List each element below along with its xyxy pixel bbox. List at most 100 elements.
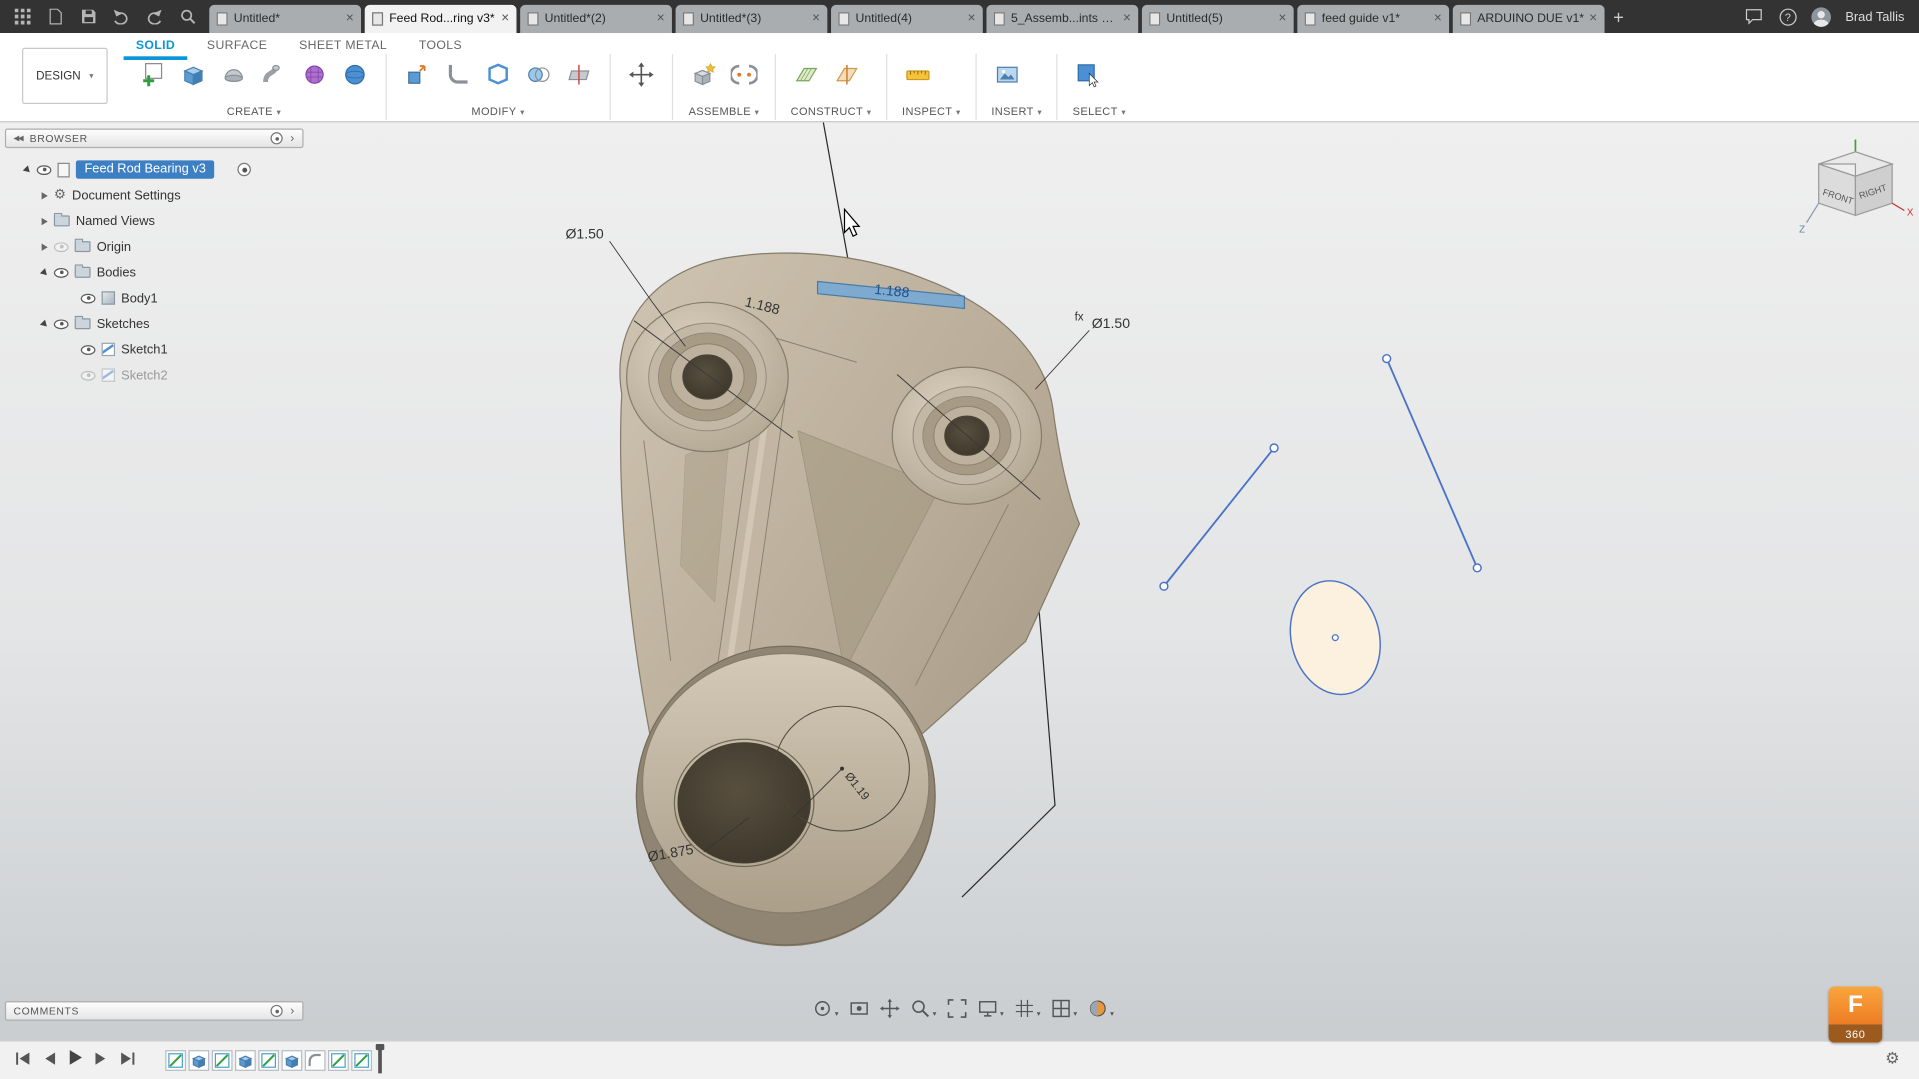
timeline-extrude-feature[interactable] (235, 1050, 256, 1071)
timeline-sketch-feature[interactable] (328, 1050, 349, 1071)
expand-caret-icon[interactable] (40, 319, 50, 329)
doc-tab-untitled-2[interactable]: Untitled*(2)× (520, 5, 672, 33)
group-inspect-label[interactable]: INSPECT▾ (902, 105, 961, 120)
tab-close-icon[interactable]: × (1278, 12, 1286, 25)
timeline-go-end-button[interactable] (119, 1049, 136, 1071)
search-icon[interactable] (177, 7, 197, 27)
timeline-extrude-feature[interactable] (188, 1050, 209, 1071)
timeline-step-back-button[interactable] (43, 1049, 56, 1071)
construct-plane-icon[interactable] (791, 59, 823, 91)
browser-item-sketches[interactable]: Sketches (5, 311, 311, 337)
group-assemble-label[interactable]: ASSEMBLE▾ (688, 105, 760, 120)
doc-tab-assembly[interactable]: 5_Assemb...ints v6*× (986, 5, 1138, 33)
group-insert-label[interactable]: INSERT▾ (991, 105, 1042, 120)
construct-axis-icon[interactable] (831, 59, 863, 91)
zoom-icon[interactable]: ▾ (911, 999, 937, 1019)
pan-icon[interactable] (880, 999, 900, 1019)
doc-tab-feed-rod-bearing[interactable]: Feed Rod...ring v3*× (365, 5, 517, 33)
box-icon[interactable] (177, 59, 209, 91)
timeline-position-marker[interactable] (378, 1048, 382, 1072)
select-icon[interactable] (1073, 59, 1105, 91)
sketch-entities[interactable] (1160, 355, 1481, 704)
dim-top-left[interactable]: Ø1.50 (565, 226, 603, 242)
expand-caret-icon[interactable] (42, 192, 48, 199)
activate-component-radio[interactable] (238, 163, 251, 176)
expand-caret-icon[interactable] (42, 243, 48, 250)
sweep-icon[interactable] (258, 59, 290, 91)
dim-top-right[interactable]: Ø1.50 (1092, 315, 1130, 331)
tab-close-icon[interactable]: × (501, 12, 509, 25)
group-select-label[interactable]: SELECT▾ (1073, 105, 1126, 120)
tab-close-icon[interactable]: × (1123, 12, 1131, 25)
grid-snap-icon[interactable]: ▾ (1015, 999, 1041, 1019)
comments-header[interactable]: COMMENTS › (5, 1001, 304, 1021)
doc-tab-untitled-4[interactable]: Untitled(4)× (831, 5, 983, 33)
doc-tab-feed-guide[interactable]: feed guide v1*× (1297, 5, 1449, 33)
timeline-step-forward-button[interactable] (94, 1049, 107, 1071)
browser-item-origin[interactable]: Origin (5, 234, 311, 260)
fillet-icon[interactable] (442, 59, 474, 91)
panel-expand-icon[interactable]: › (290, 1004, 295, 1017)
boss-top-right[interactable] (892, 367, 1041, 504)
browser-item-bodies[interactable]: Bodies (5, 259, 311, 285)
visibility-eye-icon[interactable] (54, 267, 69, 277)
orbit-icon[interactable]: ▾ (813, 999, 839, 1019)
measure-icon[interactable] (902, 59, 934, 91)
fit-view-icon[interactable] (947, 999, 967, 1019)
joint-icon[interactable] (728, 59, 760, 91)
visibility-eye-off-icon[interactable] (54, 242, 69, 252)
browser-item-document-settings[interactable]: ⚙ Document Settings (5, 182, 311, 208)
visibility-eye-off-icon[interactable] (81, 370, 96, 380)
group-construct-label[interactable]: CONSTRUCT▾ (791, 105, 872, 120)
save-icon[interactable] (78, 7, 98, 27)
timeline-sketch-feature[interactable] (165, 1050, 186, 1071)
expand-caret-icon[interactable] (40, 268, 50, 278)
browser-header[interactable]: ◀◀ BROWSER › (5, 129, 304, 149)
visibility-eye-icon[interactable] (81, 293, 96, 303)
new-file-icon[interactable] (45, 7, 65, 27)
comment-icon[interactable] (1745, 7, 1765, 27)
timeline-settings-gear-icon[interactable]: ⚙ (1885, 1049, 1899, 1069)
browser-item-body1[interactable]: Body1 (5, 285, 311, 311)
doc-tab-untitled[interactable]: Untitled*× (209, 5, 361, 33)
combine-icon[interactable] (523, 59, 555, 91)
tab-close-icon[interactable]: × (346, 12, 354, 25)
panel-dot-button[interactable] (271, 132, 283, 144)
panel-dot-button[interactable] (271, 1005, 283, 1017)
tab-close-icon[interactable]: × (1434, 12, 1442, 25)
help-icon[interactable]: ? (1779, 8, 1796, 25)
timeline-sketch-feature[interactable] (212, 1050, 233, 1071)
boss-bottom[interactable] (636, 646, 935, 945)
collapse-panel-icon[interactable]: ◀◀ (13, 134, 22, 143)
visibility-eye-icon[interactable] (81, 345, 96, 355)
browser-item-sketch1[interactable]: Sketch1 (5, 337, 311, 363)
new-tab-button[interactable]: + (1613, 7, 1624, 28)
split-body-icon[interactable] (563, 59, 595, 91)
expand-caret-icon[interactable] (23, 165, 33, 175)
tab-close-icon[interactable]: × (968, 12, 976, 25)
timeline-sketch-feature[interactable] (258, 1050, 279, 1071)
shell-icon[interactable] (482, 59, 514, 91)
timeline-extrude-feature[interactable] (281, 1050, 302, 1071)
look-at-icon[interactable] (849, 999, 869, 1019)
workspace-selector[interactable]: DESIGN▾ (22, 48, 108, 104)
tab-close-icon[interactable]: × (657, 12, 665, 25)
doc-tab-untitled-5[interactable]: Untitled(5)× (1142, 5, 1294, 33)
doc-tab-arduino-due[interactable]: ARDUINO DUE v1*× (1453, 5, 1605, 33)
revolve-icon[interactable] (218, 59, 250, 91)
sphere-icon[interactable] (339, 59, 371, 91)
avatar[interactable] (1811, 7, 1831, 27)
browser-item-sketch2[interactable]: Sketch2 (5, 362, 311, 388)
visual-style-icon[interactable]: ▾ (1088, 999, 1114, 1019)
form-icon[interactable] (299, 59, 331, 91)
expand-caret-icon[interactable] (42, 217, 48, 224)
browser-root-row[interactable]: Feed Rod Bearing v3 (5, 157, 311, 183)
browser-item-named-views[interactable]: Named Views (5, 208, 311, 234)
timeline-go-start-button[interactable] (15, 1049, 32, 1071)
timeline-play-button[interactable] (67, 1049, 83, 1072)
undo-icon[interactable] (111, 7, 131, 27)
group-create-label[interactable]: CREATE▾ (137, 105, 371, 120)
panel-expand-icon[interactable]: › (290, 132, 295, 145)
visibility-eye-icon[interactable] (37, 165, 52, 175)
redo-icon[interactable] (144, 7, 164, 27)
